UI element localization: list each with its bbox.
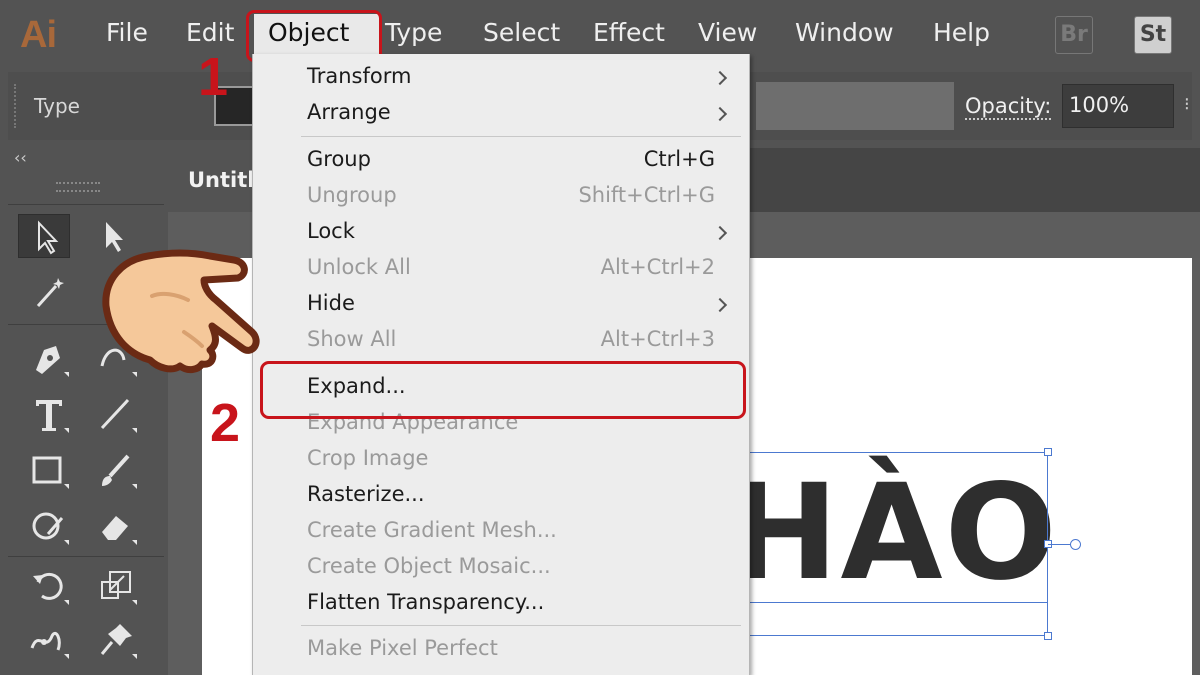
control-bar-grip[interactable] bbox=[14, 84, 20, 128]
menu-item-label: Ungroup bbox=[307, 183, 397, 207]
menu-item-arrange[interactable]: Arrange bbox=[253, 96, 749, 132]
stock-button[interactable]: St bbox=[1134, 16, 1172, 54]
selection-tool-icon[interactable] bbox=[18, 214, 70, 258]
menu-item-shortcut: Ctrl+G bbox=[643, 147, 715, 171]
bridge-button[interactable]: Br bbox=[1055, 16, 1093, 54]
menu-item-hide[interactable]: Hide bbox=[253, 287, 749, 323]
menu-type[interactable]: Type bbox=[385, 18, 442, 47]
chevron-right-icon bbox=[712, 225, 728, 241]
shaper-tool-icon[interactable] bbox=[24, 504, 76, 548]
panel-divider bbox=[8, 556, 164, 557]
menu-item-create-gradient-mesh[interactable]: Create Gradient Mesh... bbox=[253, 514, 749, 550]
menu-effect[interactable]: Effect bbox=[593, 18, 665, 47]
illustrator-window: Ai File Edit Object Type Select Effect V… bbox=[0, 0, 1200, 675]
rotation-handle-line bbox=[1048, 544, 1072, 545]
puppet-warp-tool-icon[interactable] bbox=[24, 618, 76, 662]
menu-item-label: Create Object Mosaic... bbox=[307, 554, 551, 578]
step-number-1: 1 bbox=[198, 47, 229, 107]
menu-select[interactable]: Select bbox=[483, 18, 560, 47]
pointing-hand-icon bbox=[92, 236, 268, 378]
menu-item-shortcut: Alt+Ctrl+3 bbox=[600, 327, 715, 351]
selection-bounding-box[interactable] bbox=[700, 452, 1048, 636]
opacity-input[interactable]: 100% bbox=[1062, 84, 1174, 128]
chevron-right-icon bbox=[712, 106, 728, 122]
illustrator-logo: Ai bbox=[20, 14, 57, 56]
menu-item-label: Rasterize... bbox=[307, 482, 425, 506]
chevron-right-icon bbox=[712, 70, 728, 86]
menu-item-label: Flatten Transparency... bbox=[307, 590, 545, 614]
menu-item-ungroup[interactable]: Ungroup Shift+Ctrl+G bbox=[253, 179, 749, 215]
menu-item-create-object-mosaic[interactable]: Create Object Mosaic... bbox=[253, 550, 749, 586]
type-tool-icon[interactable] bbox=[24, 392, 76, 436]
tools-panel: ‹‹ bbox=[8, 148, 164, 675]
style-dropdown[interactable] bbox=[756, 82, 954, 130]
text-baseline bbox=[700, 602, 1048, 603]
menu-file[interactable]: File bbox=[106, 18, 148, 47]
more-options-icon[interactable]: ⁝ bbox=[1184, 94, 1190, 115]
menu-item-flatten-transparency[interactable]: Flatten Transparency... bbox=[253, 586, 749, 622]
menu-item-label: Transform bbox=[307, 64, 412, 88]
menu-item-label: Arrange bbox=[307, 100, 391, 124]
menu-separator bbox=[301, 625, 741, 626]
line-segment-tool-icon[interactable] bbox=[92, 392, 144, 436]
step-number-2: 2 bbox=[210, 393, 241, 453]
highlight-expand-item bbox=[260, 361, 746, 419]
rectangle-tool-icon[interactable] bbox=[24, 448, 76, 492]
menu-view[interactable]: View bbox=[698, 18, 757, 47]
menu-item-transform[interactable]: Transform bbox=[253, 60, 749, 96]
menu-item-label: Create Gradient Mesh... bbox=[307, 518, 557, 542]
menu-item-group[interactable]: Group Ctrl+G bbox=[253, 143, 749, 179]
menu-item-shortcut: Alt+Ctrl+2 bbox=[600, 255, 715, 279]
pen-tool-icon[interactable] bbox=[24, 336, 76, 380]
panel-grip[interactable] bbox=[56, 182, 100, 192]
rotate-tool-icon[interactable] bbox=[24, 564, 76, 608]
menu-item-label: Hide bbox=[307, 291, 355, 315]
pin-tool-icon[interactable] bbox=[92, 618, 144, 662]
menu-separator bbox=[301, 136, 741, 137]
menu-edit[interactable]: Edit bbox=[186, 18, 234, 47]
menu-item-label: Unlock All bbox=[307, 255, 411, 279]
menu-help[interactable]: Help bbox=[933, 18, 990, 47]
menu-item-label: Show All bbox=[307, 327, 397, 351]
resize-handle[interactable] bbox=[1044, 448, 1052, 456]
menu-item-crop-image[interactable]: Crop Image bbox=[253, 442, 749, 478]
menu-item-label: Crop Image bbox=[307, 446, 429, 470]
menu-window[interactable]: Window bbox=[795, 18, 894, 47]
document-tab-title: Untitl bbox=[188, 168, 255, 192]
opacity-label[interactable]: Opacity: bbox=[965, 94, 1052, 120]
eraser-tool-icon[interactable] bbox=[92, 504, 144, 548]
panel-divider bbox=[8, 204, 164, 205]
menu-item-label: Make Pixel Perfect bbox=[307, 636, 498, 660]
menu-item-unlock-all[interactable]: Unlock All Alt+Ctrl+2 bbox=[253, 251, 749, 287]
menu-item-make-pixel-perfect[interactable]: Make Pixel Perfect bbox=[253, 632, 749, 668]
menu-item-label: Group bbox=[307, 147, 371, 171]
rotation-handle[interactable] bbox=[1070, 539, 1081, 550]
menu-item-lock[interactable]: Lock bbox=[253, 215, 749, 251]
chevron-right-icon bbox=[712, 297, 728, 313]
selection-type-label: Type bbox=[34, 94, 80, 118]
menu-item-shortcut: Shift+Ctrl+G bbox=[578, 183, 715, 207]
paintbrush-tool-icon[interactable] bbox=[92, 448, 144, 492]
menu-item-rasterize[interactable]: Rasterize... bbox=[253, 478, 749, 514]
menu-item-label: Lock bbox=[307, 219, 355, 243]
resize-handle[interactable] bbox=[1044, 632, 1052, 640]
scale-tool-icon[interactable] bbox=[92, 564, 144, 608]
menu-item-show-all[interactable]: Show All Alt+Ctrl+3 bbox=[253, 323, 749, 359]
magic-wand-tool-icon[interactable] bbox=[24, 270, 76, 314]
collapse-panel-icon[interactable]: ‹‹ bbox=[14, 148, 27, 167]
